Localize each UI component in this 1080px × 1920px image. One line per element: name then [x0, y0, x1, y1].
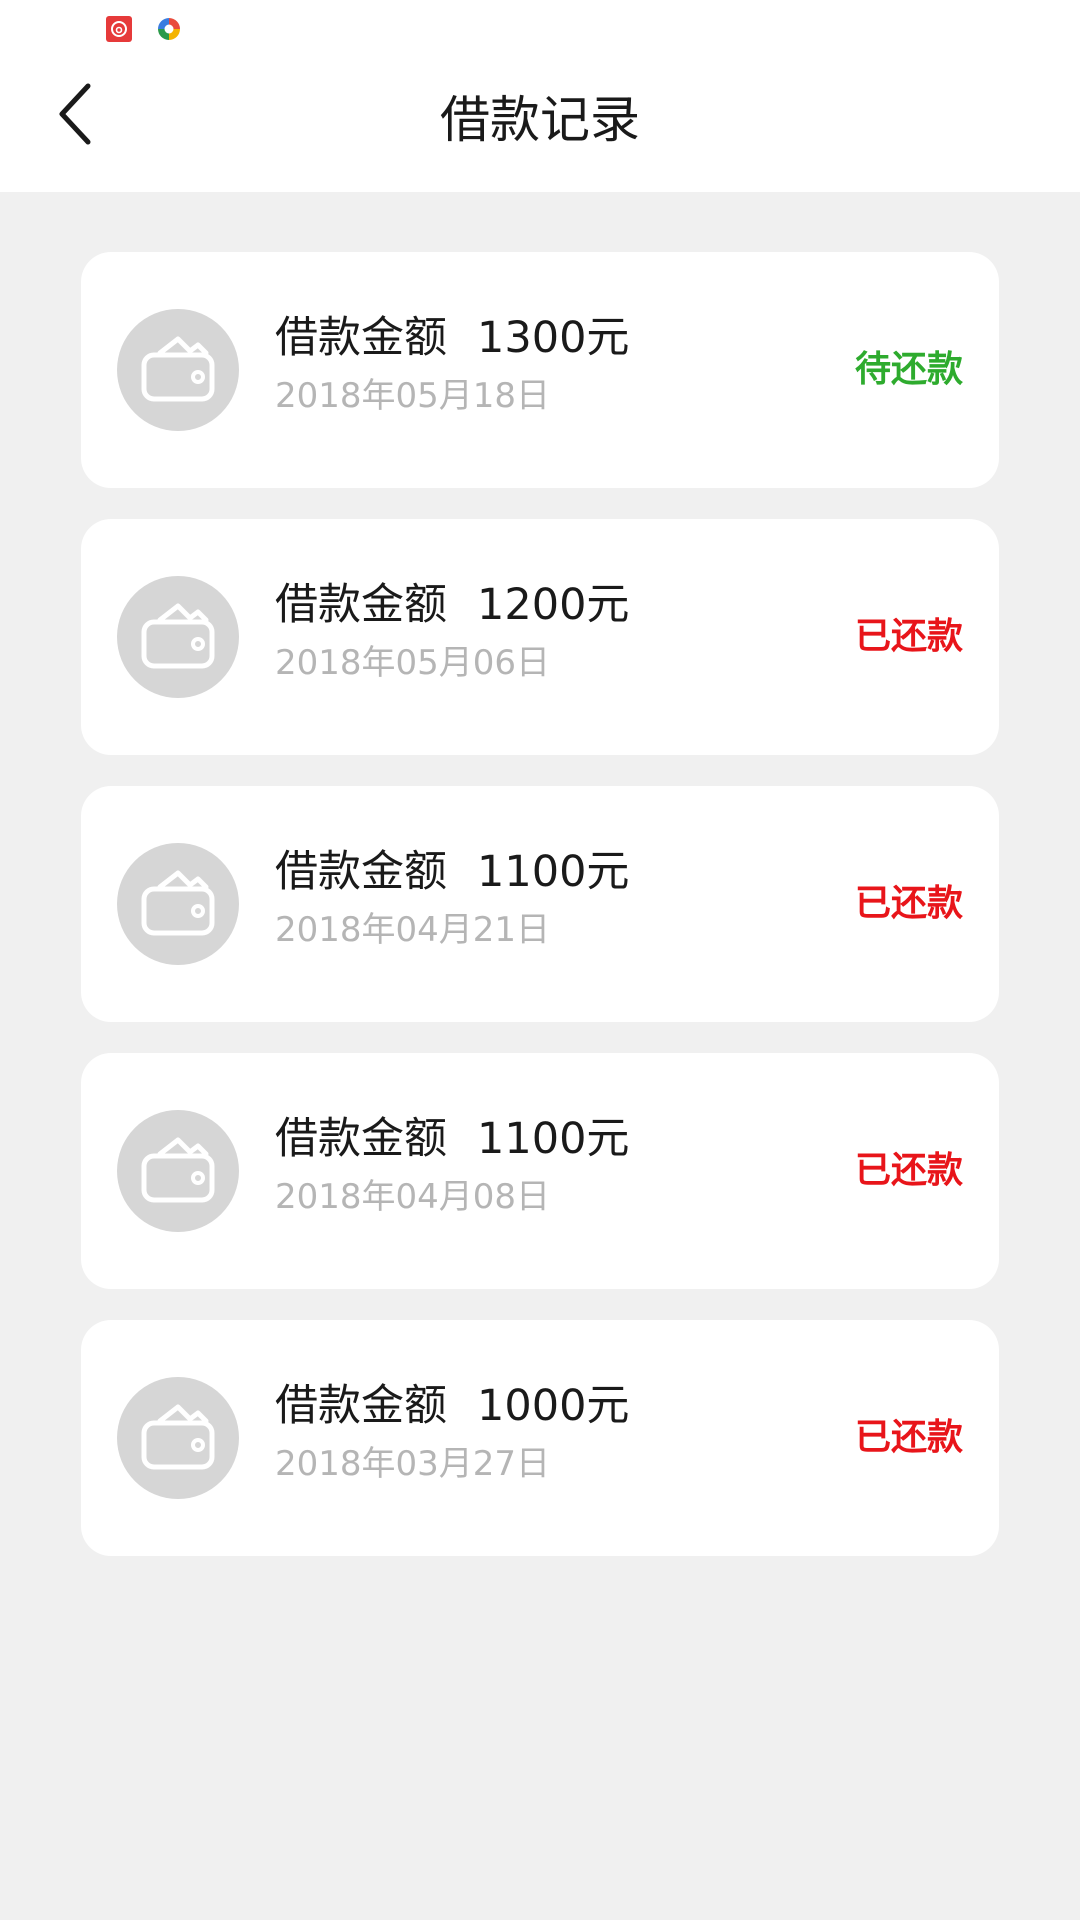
loan-record-card[interactable]: 借款金额 1300元 2018年05月18日 待还款	[81, 252, 999, 488]
wallet-avatar	[117, 576, 239, 698]
loan-amount-line: 借款金额 1100元	[275, 1111, 629, 1167]
loan-amount-value: 1000元	[477, 1381, 630, 1431]
status-bar	[0, 0, 1080, 60]
loan-amount-value: 1300元	[477, 313, 630, 363]
repayment-status: 已还款	[854, 883, 963, 924]
repayment-status: 待还款	[854, 349, 963, 390]
loan-amount-label: 借款金额	[275, 1381, 447, 1431]
loan-date: 2018年05月06日	[275, 643, 551, 683]
loan-record-card[interactable]: 借款金额 1200元 2018年05月06日 已还款	[81, 519, 999, 755]
wallet-avatar	[117, 1377, 239, 1499]
wallet-icon	[141, 1404, 215, 1470]
wallet-icon	[141, 1137, 215, 1203]
wallet-icon	[141, 336, 215, 402]
loan-date: 2018年03月27日	[275, 1444, 551, 1484]
wallet-icon	[141, 603, 215, 669]
loan-record-card[interactable]: 借款金额 1100元 2018年04月08日 已还款	[81, 1053, 999, 1289]
repayment-status: 已还款	[854, 616, 963, 657]
loan-amount-line: 借款金额 1100元	[275, 844, 629, 900]
loan-amount-value: 1100元	[477, 1114, 630, 1164]
wallet-icon	[141, 870, 215, 936]
loan-amount-line: 借款金额 1200元	[275, 577, 629, 633]
loan-date: 2018年04月08日	[275, 1177, 551, 1217]
wallet-avatar	[117, 309, 239, 431]
loan-amount-line: 借款金额 1000元	[275, 1378, 629, 1434]
wallet-avatar	[117, 843, 239, 965]
loan-amount-value: 1100元	[477, 847, 630, 897]
loan-record-card[interactable]: 借款金额 1100元 2018年04月21日 已还款	[81, 786, 999, 1022]
page-title: 借款记录	[440, 91, 640, 149]
loan-amount-label: 借款金额	[275, 1114, 447, 1164]
loan-amount-line: 借款金额 1300元	[275, 310, 629, 366]
loan-amount-label: 借款金额	[275, 847, 447, 897]
loan-amount-value: 1200元	[477, 580, 630, 630]
loan-amount-label: 借款金额	[275, 313, 447, 363]
repayment-status: 已还款	[854, 1150, 963, 1191]
wallet-avatar	[117, 1110, 239, 1232]
browser-icon	[156, 16, 182, 42]
loan-amount-label: 借款金额	[275, 580, 447, 630]
repayment-status: 已还款	[854, 1417, 963, 1458]
loan-record-list: 借款金额 1300元 2018年05月18日 待还款 借款金额 1200元 2018…	[81, 252, 999, 1587]
netease-music-icon	[106, 16, 132, 42]
loan-date: 2018年04月21日	[275, 910, 551, 950]
app-bar: 借款记录	[0, 60, 1080, 192]
loan-date: 2018年05月18日	[275, 376, 551, 416]
loan-record-card[interactable]: 借款金额 1000元 2018年03月27日 已还款	[81, 1320, 999, 1556]
